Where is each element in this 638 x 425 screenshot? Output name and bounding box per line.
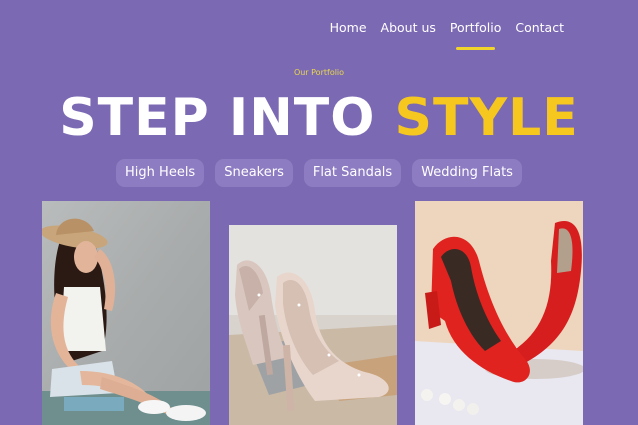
main-nav: Home About us Portfolio Contact xyxy=(330,20,564,50)
filter-flat-sandals[interactable]: Flat Sandals xyxy=(303,159,402,187)
category-filters: High Heels Sneakers Flat Sandals Wedding… xyxy=(0,159,638,187)
nav-about-link[interactable]: About us xyxy=(381,20,436,36)
filter-high-heels[interactable]: High Heels xyxy=(116,159,205,187)
portfolio-image-glitter-heels[interactable] xyxy=(229,225,397,425)
hero-title-accent: STYLE xyxy=(394,88,579,148)
filter-wedding-flats[interactable]: Wedding Flats xyxy=(412,159,522,187)
section-eyebrow: Our Portfolio xyxy=(293,68,345,77)
portfolio-image-red-heels[interactable] xyxy=(415,201,583,425)
nav-portfolio-link[interactable]: Portfolio xyxy=(450,20,501,50)
filter-sneakers[interactable]: Sneakers xyxy=(215,159,293,187)
hero-title-main: STEP INTO xyxy=(59,88,376,148)
hero-title: STEP INTO STYLE xyxy=(0,88,638,148)
nav-home-link[interactable]: Home xyxy=(330,20,367,36)
nav-contact-link[interactable]: Contact xyxy=(515,20,564,36)
portfolio-image-woman-hat[interactable] xyxy=(42,201,210,425)
